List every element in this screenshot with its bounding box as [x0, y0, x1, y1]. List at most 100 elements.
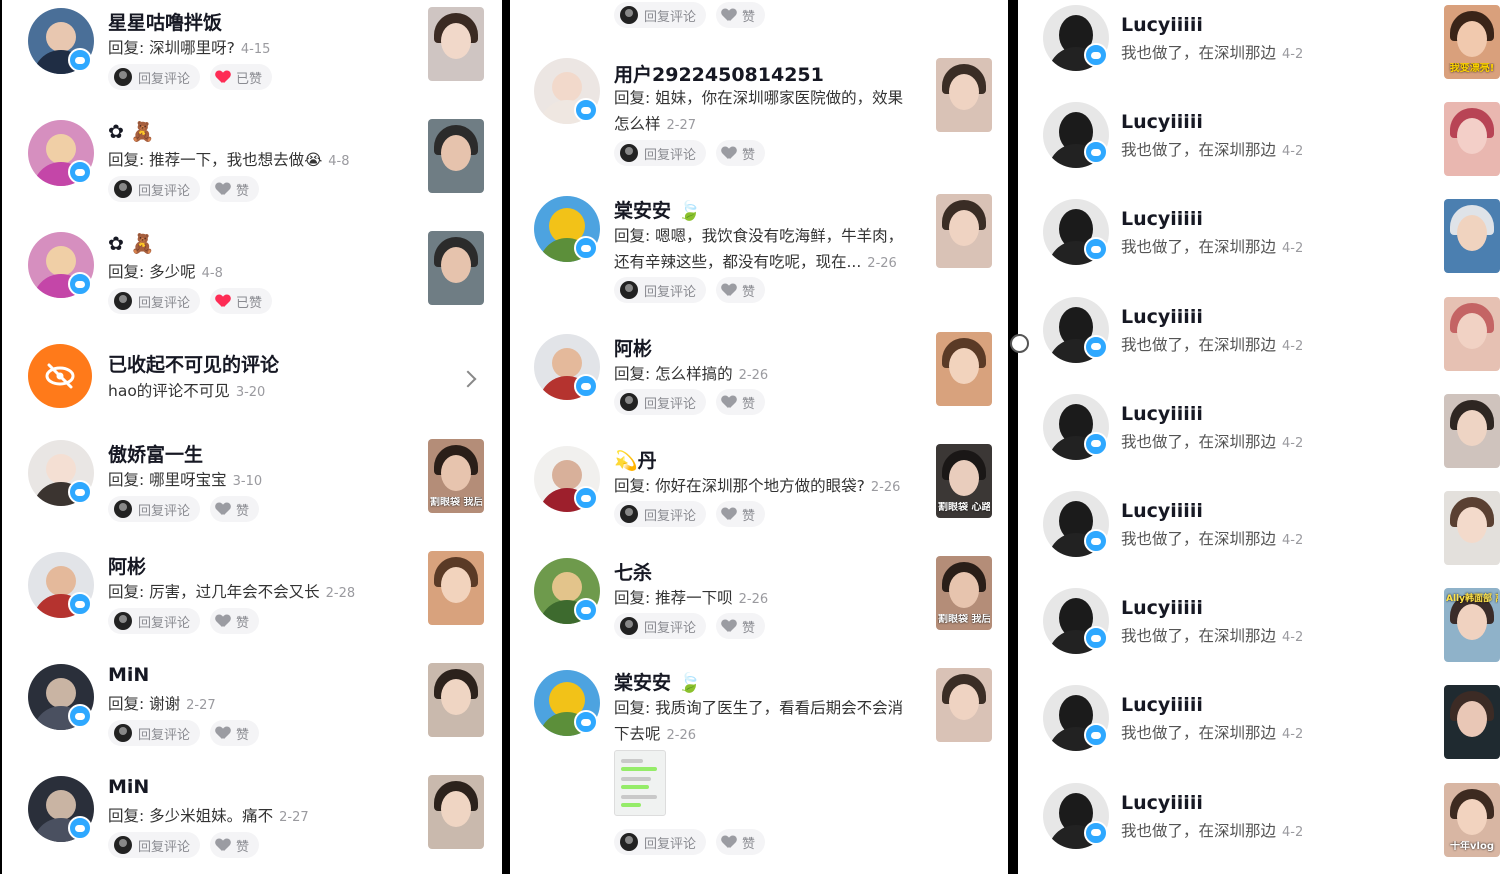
comment-author[interactable]: 棠安安 🍃: [614, 668, 701, 695]
comment-item[interactable]: Lucyiiiii 我也做了，在深圳那边 4-2: [1018, 389, 1512, 486]
comment-author[interactable]: Lucyiiiii: [1121, 403, 1203, 425]
video-thumbnail[interactable]: Ally韩面部 离谱提升: [1444, 588, 1500, 663]
comment-item[interactable]: 棠安安 🍃 回复: 嗯嗯，我饮食没有吃海鲜，牛羊肉， 还有辛辣这些，都没有吃呢，…: [510, 188, 1008, 320]
like-button[interactable]: 赞: [210, 496, 260, 522]
video-thumbnail[interactable]: [1444, 199, 1500, 274]
comment-author[interactable]: MiN: [108, 776, 149, 798]
like-button[interactable]: 赞: [716, 2, 766, 28]
comment-item[interactable]: Lucyiiiii 我也做了，在深圳那边 4-2: [1018, 486, 1512, 583]
comment-item[interactable]: MiN 回复: 谢谢 2-27 回复评论 赞: [2, 656, 502, 768]
comment-author[interactable]: 七杀: [614, 558, 652, 585]
comment-item[interactable]: Lucyiiiii 我也做了，在深圳那边 4-2 我变漂亮!: [1018, 0, 1512, 97]
comment-item[interactable]: 阿彬 回复: 厉害，过几年会不会又长 2-28 回复评论 赞: [2, 544, 502, 656]
video-thumbnail[interactable]: [1444, 296, 1500, 371]
comment-item[interactable]: 七杀 回复: 推荐一下呗2-26 回复评论 赞 割眼袋 我后悔了!: [510, 550, 1008, 662]
comment-item[interactable]: Lucyiiiii 我也做了，在深圳那边4-2 Ally韩面部 离谱提升: [1018, 583, 1512, 680]
reply-comment-button[interactable]: 回复评论: [108, 176, 201, 202]
like-button[interactable]: 已赞: [210, 64, 273, 90]
reply-comment-button[interactable]: 回复评论: [108, 832, 201, 858]
like-button[interactable]: 赞: [716, 501, 766, 527]
video-thumbnail[interactable]: [428, 663, 484, 737]
video-thumbnail[interactable]: 割眼袋 心路历程: [936, 444, 992, 518]
video-thumbnail[interactable]: [936, 332, 992, 406]
comment-author[interactable]: MiN: [108, 664, 149, 686]
reply-comment-button[interactable]: 回复评论: [108, 720, 201, 746]
comment-item[interactable]: MiN 回复: 多少米姐妹。痛不 2-27 回复评论 赞: [2, 768, 502, 874]
video-thumbnail[interactable]: 割眼袋 我后悔了!: [936, 556, 992, 630]
like-button[interactable]: 赞: [716, 389, 766, 415]
comment-author[interactable]: ✿ 🧸: [108, 120, 154, 143]
panel-divider-handle[interactable]: [1010, 334, 1029, 353]
reply-comment-button[interactable]: 回复评论: [614, 829, 707, 855]
like-button[interactable]: 赞: [716, 829, 766, 855]
comment-author[interactable]: ✿ 🧸: [108, 232, 154, 255]
video-thumbnail[interactable]: 十年vlog: [1444, 782, 1500, 857]
reply-comment-button[interactable]: 回复评论: [614, 501, 707, 527]
comment-actions: 回复评论 已赞: [108, 288, 273, 314]
comment-item[interactable]: Lucyiiiii 我也做了，在深圳那边 4-2: [1018, 680, 1512, 777]
comment-item[interactable]: Lucyiiiii 我也做了，在深圳那边 4-2: [1018, 194, 1512, 291]
like-button[interactable]: 赞: [716, 277, 766, 303]
reply-comment-button[interactable]: 回复评论: [614, 389, 707, 415]
comment-author[interactable]: 阿彬: [614, 334, 652, 361]
video-thumbnail[interactable]: 割眼袋 我后悔了!: [428, 439, 484, 513]
video-thumbnail[interactable]: [428, 775, 484, 849]
like-button[interactable]: 赞: [210, 720, 260, 746]
comment-item[interactable]: 💫丹 回复: 你好在深圳那个地方做的眼袋?2-26 回复评论 赞 割眼袋 心路历…: [510, 438, 1008, 550]
comment-item[interactable]: 星星咕噜拌饭 回复: 深圳哪里呀? 4-15 回复评论 已赞: [2, 0, 502, 112]
reply-comment-button[interactable]: 回复评论: [614, 2, 707, 28]
like-button[interactable]: 赞: [210, 608, 260, 634]
comment-author[interactable]: 棠安安 🍃: [614, 196, 701, 223]
comment-item[interactable]: Lucyiiiii 我也做了，在深圳那边 4-2 十年vlog: [1018, 778, 1512, 874]
comment-item[interactable]: 用户2922450814251 回复: 姐妹，你在深圳哪家医院做的，效果 怎么样…: [510, 50, 1008, 180]
comment-author[interactable]: 阿彬: [108, 552, 146, 579]
comment-author[interactable]: Lucyiiiii: [1121, 597, 1203, 619]
like-button[interactable]: 赞: [716, 613, 766, 639]
video-thumbnail[interactable]: [1444, 491, 1500, 565]
reply-comment-button[interactable]: 回复评论: [614, 140, 707, 166]
video-thumbnail[interactable]: [1444, 685, 1500, 760]
like-button[interactable]: 已赞: [210, 288, 273, 314]
video-thumbnail[interactable]: [936, 194, 992, 268]
comment-author[interactable]: Lucyiiiii: [1121, 792, 1203, 814]
reply-comment-button[interactable]: 回复评论: [108, 64, 201, 90]
video-thumbnail[interactable]: [428, 231, 484, 305]
like-button[interactable]: 赞: [210, 832, 260, 858]
comment-item[interactable]: ✿ 🧸 回复: 多少呢 4-8 回复评论 已赞: [2, 224, 502, 336]
video-thumbnail[interactable]: [1444, 393, 1500, 468]
comment-author[interactable]: Lucyiiiii: [1121, 111, 1203, 133]
comment-item[interactable]: 傲娇富一生 回复: 哪里呀宝宝3-10 回复评论 赞 割眼袋 我后悔了!: [2, 432, 502, 544]
comment-author[interactable]: Lucyiiiii: [1121, 306, 1203, 328]
video-thumbnail[interactable]: [936, 668, 992, 742]
reply-comment-button[interactable]: 回复评论: [108, 608, 201, 634]
comment-author[interactable]: Lucyiiiii: [1121, 14, 1203, 36]
video-thumbnail[interactable]: [428, 7, 484, 81]
comment-author[interactable]: Lucyiiiii: [1121, 694, 1203, 716]
comment-item[interactable]: Lucyiiiii 我也做了，在深圳那边 4-2: [1018, 97, 1512, 194]
comment-item[interactable]: Lucyiiiii 我也做了，在深圳那边 4-2: [1018, 292, 1512, 389]
comment-author[interactable]: 傲娇富一生: [108, 440, 203, 467]
comment-author[interactable]: Lucyiiiii: [1121, 208, 1203, 230]
video-thumbnail[interactable]: 我变漂亮!: [1444, 5, 1500, 79]
comment-author[interactable]: 💫丹: [614, 446, 657, 473]
chevron-right-icon[interactable]: [459, 370, 477, 388]
comment-item[interactable]: 棠安安 🍃 回复: 我质询了医生了，看看后期会不会消 下去呢 2-26 回复评论 …: [510, 662, 1008, 874]
reply-comment-button[interactable]: 回复评论: [614, 277, 707, 303]
comment-author[interactable]: 星星咕噜拌饭: [108, 8, 222, 35]
video-thumbnail[interactable]: [936, 58, 992, 132]
hidden-comments-row[interactable]: 已收起不可见的评论 hao的评论不可见 3-20: [2, 336, 502, 426]
reply-comment-button[interactable]: 回复评论: [108, 288, 201, 314]
like-button[interactable]: 赞: [716, 140, 766, 166]
like-button[interactable]: 赞: [210, 176, 260, 202]
comment-text: 我也做了，在深圳那边 4-2: [1121, 44, 1304, 62]
reply-comment-button[interactable]: 回复评论: [614, 613, 707, 639]
comment-author[interactable]: 用户2922450814251: [614, 60, 824, 87]
comment-item[interactable]: ✿ 🧸 回复: 推荐一下，我也想去做😭 4-8 回复评论 赞: [2, 112, 502, 224]
chat-screenshot-image[interactable]: [614, 750, 666, 816]
video-thumbnail[interactable]: [1444, 102, 1500, 177]
reply-comment-button[interactable]: 回复评论: [108, 496, 201, 522]
comment-author[interactable]: Lucyiiiii: [1121, 500, 1203, 522]
video-thumbnail[interactable]: [428, 119, 484, 193]
video-thumbnail[interactable]: [428, 551, 484, 625]
comment-item[interactable]: 阿彬 回复: 怎么样搞的 2-26 回复评论 赞: [510, 326, 1008, 438]
